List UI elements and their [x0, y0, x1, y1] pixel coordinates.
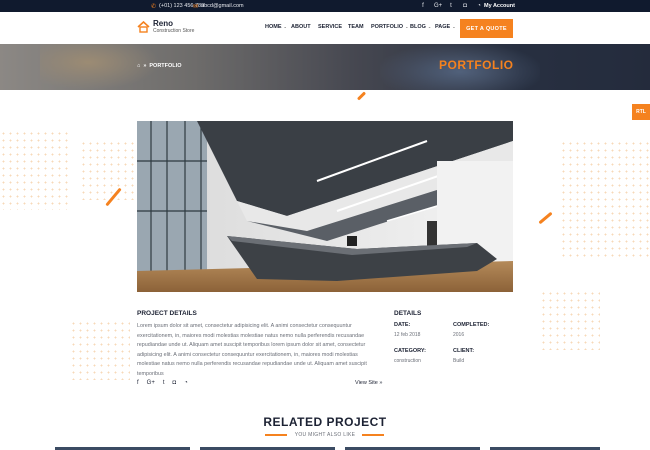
nav-about-label: ABOUT [291, 24, 311, 30]
twitter-icon[interactable]: t [163, 380, 165, 386]
email-contact[interactable]: ✉ abcd@gmail.com [193, 0, 244, 12]
project-details-heading: PROJECT DETAILS [137, 310, 197, 317]
architecture-interior-illustration [137, 121, 513, 292]
breadcrumb-current: PORTFOLIO [149, 63, 182, 69]
project-image [137, 121, 513, 292]
date-label: DATE: [394, 322, 411, 328]
email-address: abcd@gmail.com [201, 3, 244, 9]
chevron-down-icon: ⌄ [283, 24, 287, 29]
details-heading: DETAILS [394, 310, 422, 317]
nav-team-label: TEAM [348, 24, 364, 30]
related-project-heading: RELATED PROJECT [263, 415, 387, 429]
category-label: CATEGORY: [394, 348, 426, 354]
date-value: 12 feb 2018 [394, 332, 421, 338]
instagram-icon[interactable]: ◘ [173, 380, 177, 386]
rss-icon[interactable]: ◔ [476, 3, 482, 9]
view-site-link[interactable]: View Site » [355, 380, 382, 386]
facebook-icon[interactable]: f [137, 380, 139, 386]
chevron-down-icon: ⌄ [405, 24, 409, 29]
chevron-down-icon: ⌄ [427, 24, 432, 29]
banner-overlay [0, 44, 650, 90]
breadcrumb-separator: » [143, 63, 147, 69]
page-title: PORTFOLIO [439, 58, 514, 72]
page-banner [0, 44, 650, 90]
nav-about[interactable]: ABOUT [291, 24, 311, 30]
nav-portfolio-label: PORTFOLIO [371, 24, 404, 30]
home-icon[interactable]: ⌂ [137, 63, 140, 69]
project-description: Lorem ipsum dolor sit amet, consectetur … [137, 323, 367, 377]
decorative-dots [70, 320, 130, 380]
decorative-dash [356, 91, 367, 101]
top-bar: ✆ (+01) 123 456 789 ✉ abcd@gmail.com f G… [0, 0, 650, 12]
completed-value: 2016 [453, 332, 465, 338]
facebook-icon[interactable]: f [420, 3, 426, 9]
nav-service[interactable]: SERVICE [318, 24, 342, 30]
category-value: construction [394, 358, 421, 364]
nav-blog-label: BLOG [410, 24, 426, 30]
instagram-icon[interactable]: ◘ [462, 3, 468, 9]
nav-team[interactable]: TEAM [348, 24, 364, 30]
breadcrumb: ⌂ » PORTFOLIO [137, 63, 181, 69]
phone-icon: ✆ [151, 3, 157, 10]
nav-page[interactable]: PAGE ⌄ [435, 24, 456, 30]
my-account-link[interactable]: My Account [484, 0, 515, 12]
social-links: f G+ t ◘ ◔ [420, 0, 482, 12]
rtl-toggle-button[interactable]: RTL [632, 104, 650, 120]
decorative-dots [0, 130, 70, 210]
brand-name: Reno [153, 19, 173, 28]
decorative-dash [538, 211, 553, 225]
client-value: Build [453, 358, 465, 364]
twitter-icon[interactable]: t [448, 3, 454, 9]
nav-blog[interactable]: BLOG ⌄ [410, 24, 431, 30]
nav-portfolio[interactable]: PORTFOLIO ⌄ [371, 24, 408, 30]
share-icons: f G+ t ◘ ◔ [137, 380, 188, 386]
decorative-dots [560, 140, 650, 260]
client-label: CLIENT: [453, 348, 475, 354]
get-a-quote-button[interactable]: GET A QUOTE [460, 19, 513, 38]
decorative-dots [80, 140, 140, 200]
google-plus-icon[interactable]: G+ [434, 3, 442, 9]
house-logo-icon [137, 21, 150, 33]
envelope-icon: ✉ [193, 3, 199, 10]
chevron-down-icon: ⌄ [452, 24, 456, 29]
nav-home[interactable]: HOME ⌄ [265, 24, 287, 30]
decorative-dots [540, 290, 600, 350]
related-project-subtitle: YOU MIGHT ALSO LIKE [294, 432, 356, 438]
rss-icon[interactable]: ◔ [184, 380, 188, 386]
nav-page-label: PAGE [435, 24, 451, 30]
brand-logo[interactable]: Reno Construction Store [137, 20, 194, 34]
nav-home-label: HOME [265, 24, 282, 30]
nav-service-label: SERVICE [318, 24, 343, 30]
brand-tagline: Construction Store [153, 28, 195, 34]
google-plus-icon[interactable]: G+ [147, 380, 155, 386]
completed-label: COMPLETED: [453, 322, 490, 328]
